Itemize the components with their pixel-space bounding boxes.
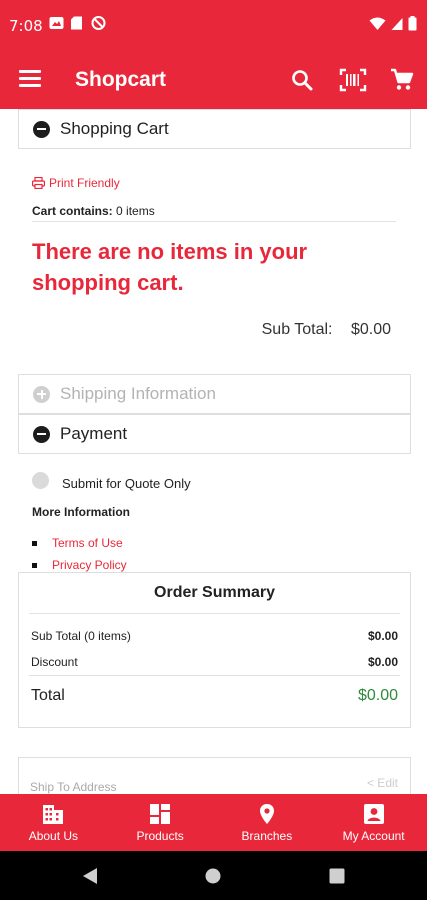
bottom-nav: About Us Products Branches My Account — [0, 794, 427, 851]
status-time: 7:08 — [9, 17, 43, 35]
barcode-scanner-icon[interactable] — [339, 68, 367, 94]
ship-to-label: Ship To Address — [30, 780, 117, 794]
empty-cart-message: There are no items in your shopping cart… — [32, 239, 308, 295]
no-disturb-icon — [91, 16, 106, 30]
menu-icon[interactable] — [19, 70, 41, 88]
building-icon — [42, 803, 64, 825]
expand-icon — [33, 385, 50, 403]
sd-card-icon — [70, 16, 85, 30]
nav-products-label: Products — [136, 829, 184, 843]
back-icon[interactable] — [82, 867, 98, 890]
system-nav-bar — [0, 851, 427, 900]
wifi-icon — [369, 17, 386, 36]
more-information-heading: More Information — [32, 505, 130, 519]
battery-icon — [408, 16, 417, 36]
nav-products[interactable]: Products — [107, 794, 214, 851]
payment-title: Payment — [60, 424, 128, 443]
divider — [29, 675, 400, 676]
summary-discount-label: Discount — [31, 655, 78, 669]
nav-my-account-label: My Account — [342, 829, 405, 843]
ship-to-edit-link[interactable]: < Edit — [367, 776, 398, 790]
account-icon — [363, 803, 385, 825]
quote-radio[interactable] — [32, 472, 49, 489]
order-summary-title: Order Summary — [154, 584, 275, 601]
shopping-cart-section-header[interactable]: Shopping Cart — [18, 109, 411, 149]
summary-subtotal-value: $0.00 — [367, 629, 398, 643]
signal-icon — [391, 17, 403, 36]
summary-total-value: $0.00 — [357, 687, 398, 704]
app-bar: Shopcart — [0, 52, 427, 109]
divider — [32, 221, 396, 222]
nav-about-us-label: About Us — [28, 829, 79, 843]
collapse-icon — [33, 120, 50, 138]
cart-subtotal-label: Sub Total: — [261, 321, 333, 338]
collapse-icon — [33, 425, 50, 443]
grid-icon — [149, 803, 171, 825]
cart-subtotal-value: $0.00 — [350, 321, 391, 338]
order-summary-card: Order Summary Sub Total (0 items) $0.00 … — [18, 572, 411, 728]
notification-icons — [49, 16, 106, 30]
summary-total-label: Total — [31, 687, 65, 704]
nav-branches-label: Branches — [241, 829, 293, 843]
nav-my-account[interactable]: My Account — [320, 794, 427, 851]
cart-contains-value: 0 items — [116, 204, 155, 218]
print-friendly-label: Print Friendly — [49, 176, 120, 190]
recents-icon[interactable] — [329, 868, 345, 889]
printer-icon — [32, 177, 45, 189]
image-notification-icon — [49, 16, 64, 30]
payment-section-header[interactable]: Payment — [18, 414, 411, 454]
cart-icon[interactable] — [390, 68, 416, 94]
shopping-cart-title: Shopping Cart — [60, 119, 169, 138]
cart-contains-label: Cart contains: — [32, 204, 113, 218]
quote-option[interactable]: Submit for Quote Only — [32, 470, 191, 491]
summary-subtotal-label: Sub Total (0 items) — [31, 629, 131, 643]
app-title: Shopcart — [75, 68, 167, 91]
nav-about-us[interactable]: About Us — [0, 794, 107, 851]
cart-contains: Cart contains: 0 items — [32, 204, 155, 218]
print-friendly-link[interactable]: Print Friendly — [32, 176, 120, 190]
info-links: Terms of Use Privacy Policy — [32, 532, 127, 576]
summary-discount-row: Discount $0.00 — [31, 655, 398, 669]
shipping-information-section-header[interactable]: Shipping Information — [18, 374, 411, 414]
status-bar: 7:08 — [0, 0, 427, 52]
home-icon[interactable] — [205, 868, 221, 889]
summary-total-row: Total $0.00 — [31, 687, 398, 705]
terms-of-use-link[interactable]: Terms of Use — [32, 532, 127, 554]
shipping-information-title: Shipping Information — [60, 384, 216, 403]
search-icon[interactable] — [290, 68, 316, 94]
quote-label: Submit for Quote Only — [62, 476, 191, 491]
summary-discount-value: $0.00 — [367, 655, 398, 669]
nav-branches[interactable]: Branches — [214, 794, 321, 851]
system-status-icons — [369, 16, 417, 36]
cart-subtotal: Sub Total: $0.00 — [262, 321, 391, 339]
map-pin-icon — [256, 803, 278, 825]
summary-subtotal-row: Sub Total (0 items) $0.00 — [31, 629, 398, 643]
divider — [29, 613, 400, 614]
